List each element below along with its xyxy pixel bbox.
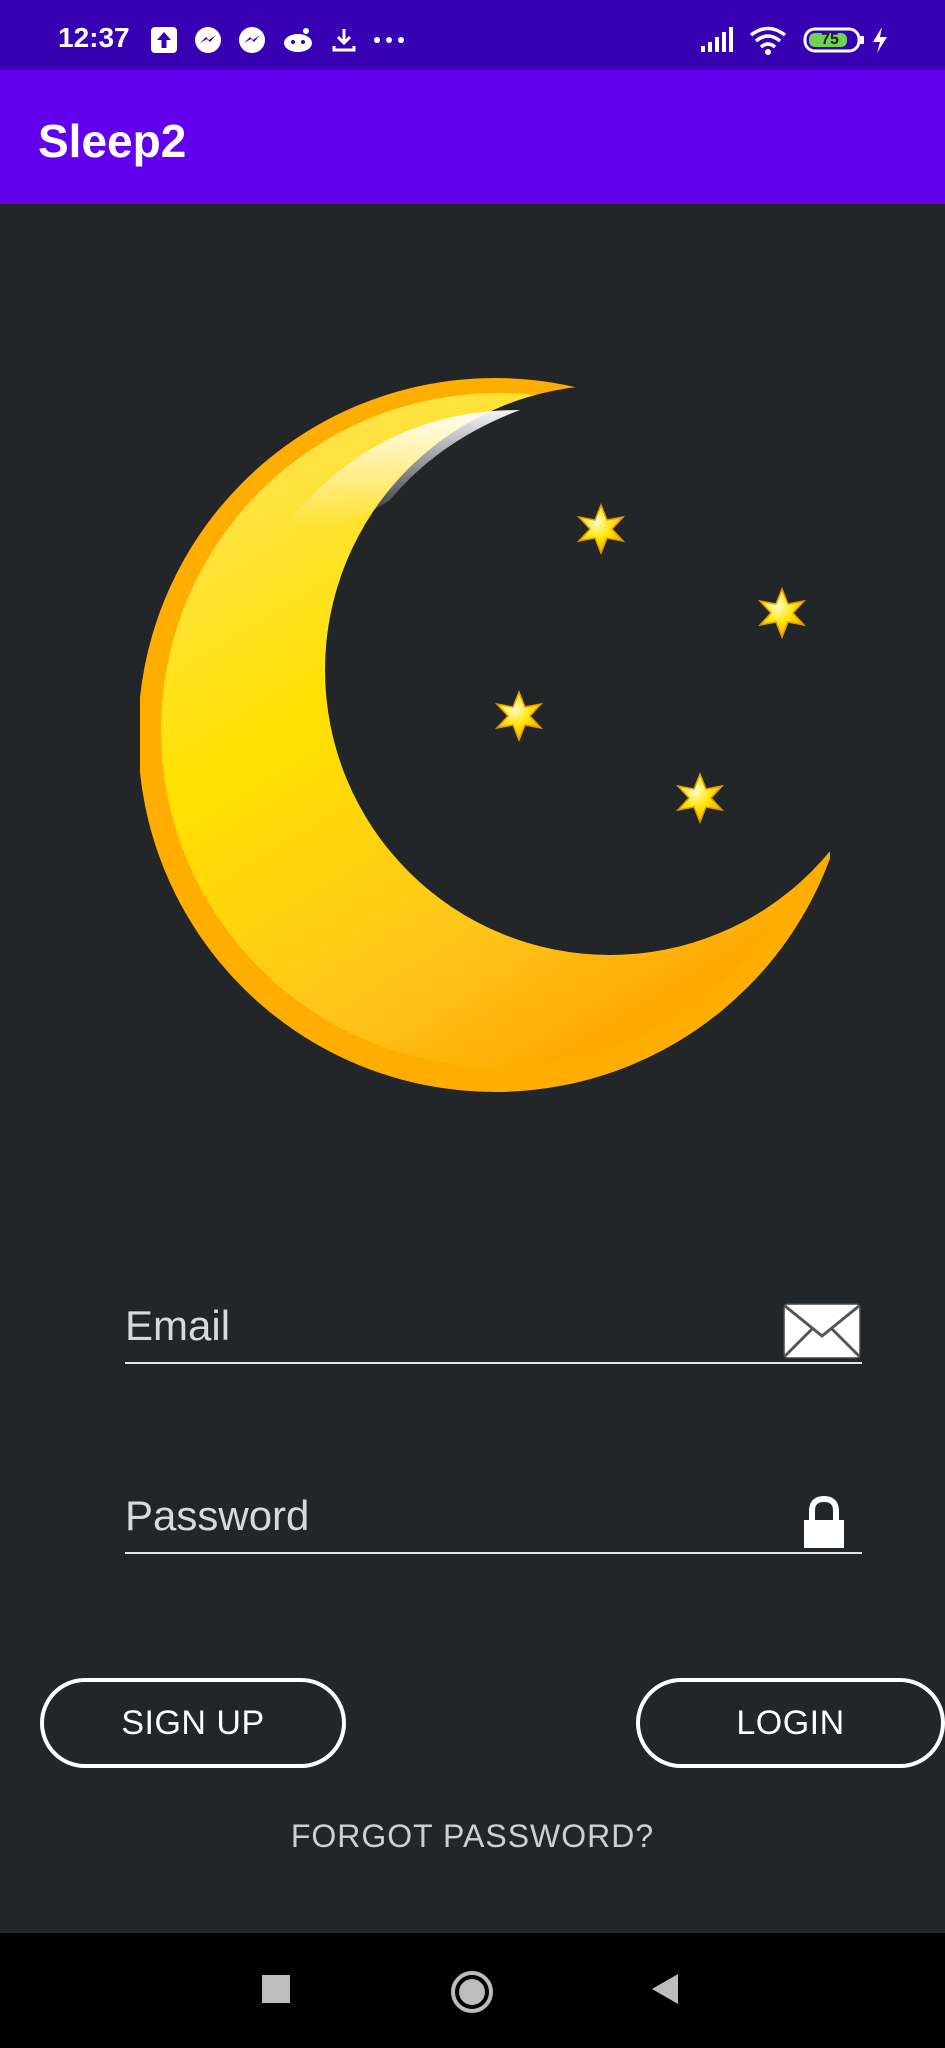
messenger-icon bbox=[239, 27, 265, 53]
envelope-icon bbox=[783, 1303, 861, 1359]
messenger-icon bbox=[195, 27, 221, 53]
status-bar: 12:37 75 bbox=[0, 0, 945, 70]
lock-icon bbox=[804, 1496, 844, 1548]
sign-up-button[interactable]: SIGN UP bbox=[40, 1678, 346, 1768]
upload-arrow-icon bbox=[151, 27, 177, 53]
app-title: Sleep2 bbox=[38, 115, 187, 167]
forgot-password-link[interactable]: FORGOT PASSWORD? bbox=[0, 1818, 945, 1855]
navigation-bar bbox=[0, 1933, 945, 2048]
status-time: 12:37 bbox=[58, 22, 130, 53]
home-circle-icon[interactable] bbox=[450, 1970, 494, 2014]
wifi-icon bbox=[749, 26, 787, 55]
email-field[interactable] bbox=[125, 1282, 862, 1364]
moon-and-stars-icon bbox=[140, 378, 830, 1092]
login-button[interactable]: LOGIN bbox=[636, 1678, 945, 1768]
password-input[interactable] bbox=[125, 1488, 765, 1544]
signal-icon bbox=[701, 27, 733, 52]
password-field[interactable] bbox=[125, 1472, 862, 1554]
email-input[interactable] bbox=[125, 1298, 765, 1354]
recents-square-icon[interactable] bbox=[262, 1975, 290, 2003]
system-status-icons: 75 bbox=[699, 26, 899, 58]
more-dots-icon bbox=[374, 37, 404, 43]
download-icon bbox=[332, 29, 356, 52]
app-bar: Sleep2 bbox=[0, 70, 945, 204]
back-triangle-icon[interactable] bbox=[650, 1973, 680, 2005]
charging-bolt-icon bbox=[873, 27, 887, 53]
battery-level: 75 bbox=[821, 31, 839, 48]
reddit-icon bbox=[284, 28, 312, 52]
